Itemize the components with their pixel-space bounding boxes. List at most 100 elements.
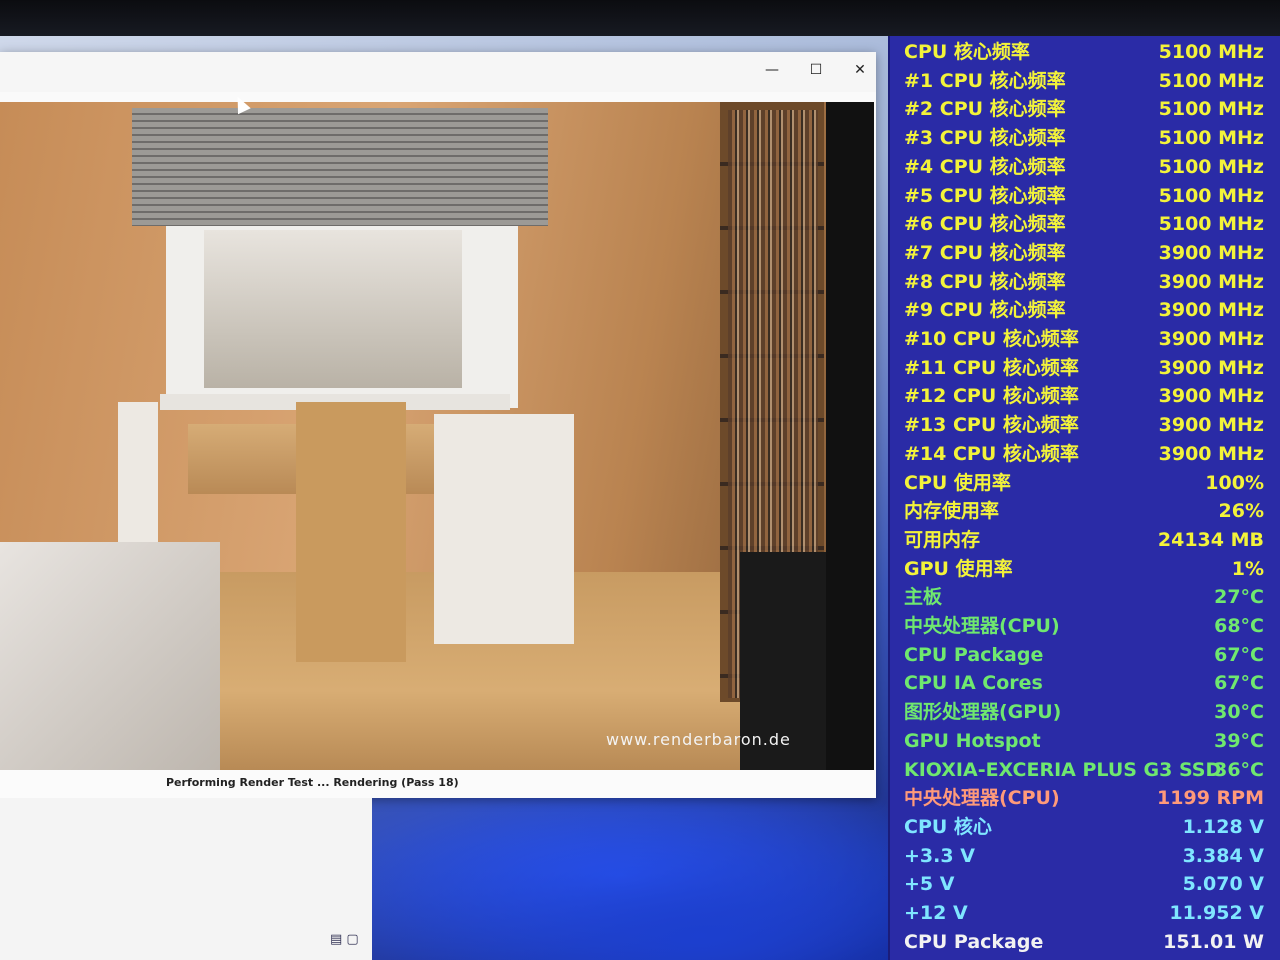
- monitor-label: CPU 使用率: [904, 471, 1011, 494]
- monitor-value: 3900 MHz: [1158, 241, 1264, 264]
- monitor-row: #6 CPU 核心频率 5100 MHz: [890, 210, 1270, 238]
- monitor-row: 内存使用率 26%: [890, 497, 1270, 525]
- view-toggle-icon[interactable]: ▤ ▢: [330, 932, 359, 947]
- scene-blinds: [132, 108, 548, 226]
- monitor-value: 68°C: [1214, 615, 1264, 637]
- monitor-row: +12 V 11.952 V: [890, 899, 1270, 927]
- scene-chair-right: [434, 414, 574, 644]
- monitor-label: #1 CPU 核心频率: [904, 69, 1066, 92]
- monitor-row: 主板 27°C: [890, 583, 1270, 611]
- scene-sofa: [0, 542, 220, 770]
- minimize-button[interactable]: —: [752, 56, 792, 84]
- monitor-row: +3.3 V 3.384 V: [890, 842, 1270, 870]
- monitor-label: CPU IA Cores: [904, 672, 1043, 695]
- monitor-label: 内存使用率: [904, 500, 1000, 523]
- monitor-value: 3900 MHz: [1158, 414, 1264, 437]
- monitor-row: #8 CPU 核心频率 3900 MHz: [890, 268, 1270, 296]
- monitor-row: #12 CPU 核心频率 3900 MHz: [890, 382, 1270, 410]
- monitor-value: 100%: [1205, 471, 1264, 494]
- monitor-label: #14 CPU 核心频率: [904, 442, 1079, 465]
- monitor-value: 5100 MHz: [1158, 41, 1264, 63]
- monitor-value: 67°C: [1214, 643, 1264, 666]
- monitor-label: +12 V: [904, 902, 968, 924]
- monitor-value: 151.01 W: [1163, 930, 1264, 953]
- status-bar: Performing Render Test ... Rendering (Pa…: [0, 770, 876, 798]
- monitor-value: 3900 MHz: [1158, 356, 1264, 379]
- monitor-label: GPU 使用率: [904, 557, 1013, 580]
- monitor-label: CPU 核心: [904, 815, 992, 838]
- monitor-row: KIOXIA-EXCERIA PLUS G3 SSD 36°C: [890, 756, 1270, 784]
- progress-panel: [826, 102, 874, 770]
- monitor-label: #11 CPU 核心频率: [904, 356, 1079, 379]
- monitor-value: 5100 MHz: [1158, 127, 1264, 150]
- monitor-row: #4 CPU 核心频率 5100 MHz: [890, 153, 1270, 181]
- monitor-value: 26%: [1218, 500, 1264, 523]
- render-window[interactable]: — ☐ ✕ www.renderbaron.de Performing Rend…: [0, 52, 876, 798]
- monitor-row: 可用内存 24134 MB: [890, 526, 1270, 554]
- monitor-row: #2 CPU 核心频率 5100 MHz: [890, 95, 1270, 123]
- monitor-row: CPU 核心频率 5100 MHz: [890, 38, 1270, 66]
- monitor-row: GPU Hotspot 39°C: [890, 727, 1270, 755]
- monitor-label: #13 CPU 核心频率: [904, 414, 1079, 437]
- monitor-value: 3900 MHz: [1158, 270, 1264, 293]
- title-bar[interactable]: — ☐ ✕: [0, 52, 876, 92]
- monitor-label: KIOXIA-EXCERIA PLUS G3 SSD: [904, 758, 1222, 781]
- monitor-row: #11 CPU 核心频率 3900 MHz: [890, 354, 1270, 382]
- monitor-label: #12 CPU 核心频率: [904, 385, 1079, 408]
- monitor-value: 5100 MHz: [1158, 213, 1264, 236]
- monitor-row: #9 CPU 核心频率 3900 MHz: [890, 296, 1270, 324]
- scene-window-glass: [204, 230, 462, 388]
- monitor-row: CPU IA Cores 67°C: [890, 669, 1270, 697]
- monitor-row: 图形处理器(GPU) 30°C: [890, 698, 1270, 726]
- monitor-label: +3.3 V: [904, 844, 975, 867]
- monitor-label: #5 CPU 核心频率: [904, 184, 1066, 207]
- monitor-value: 5100 MHz: [1158, 155, 1264, 178]
- monitor-value: 3900 MHz: [1158, 299, 1264, 322]
- close-button[interactable]: ✕: [840, 56, 880, 84]
- monitor-row: #7 CPU 核心频率 3900 MHz: [890, 239, 1270, 267]
- monitor-label: #4 CPU 核心频率: [904, 155, 1066, 178]
- background-window: [0, 798, 372, 960]
- monitor-value: 5100 MHz: [1158, 184, 1264, 207]
- monitor-label: GPU Hotspot: [904, 729, 1041, 752]
- monitor-value: 3900 MHz: [1158, 442, 1264, 465]
- monitor-row: #14 CPU 核心频率 3900 MHz: [890, 440, 1270, 468]
- hardware-monitor-overlay: CPU 核心频率 5100 MHz #1 CPU 核心频率 5100 MHz #2 CP…: [888, 36, 1280, 960]
- scene-chair-center: [296, 402, 406, 662]
- monitor-value: 24134 MB: [1157, 528, 1264, 551]
- monitor-row: #1 CPU 核心频率 5100 MHz: [890, 67, 1270, 95]
- monitor-label: 图形处理器(GPU): [904, 701, 1062, 724]
- render-status-text: Performing Render Test ... Rendering (Pa…: [166, 776, 459, 789]
- monitor-row: CPU Package 151.01 W: [890, 928, 1270, 956]
- monitor-label: #8 CPU 核心频率: [904, 270, 1066, 293]
- monitor-value: 3900 MHz: [1158, 385, 1264, 408]
- monitor-row: #13 CPU 核心频率 3900 MHz: [890, 411, 1270, 439]
- monitor-value: 11.952 V: [1169, 902, 1264, 924]
- monitor-label: #10 CPU 核心频率: [904, 328, 1079, 350]
- monitor-label: CPU Package: [904, 930, 1044, 953]
- monitor-label: #3 CPU 核心频率: [904, 127, 1066, 150]
- monitor-label: #6 CPU 核心频率: [904, 213, 1066, 236]
- monitor-value: 3.384 V: [1182, 844, 1264, 867]
- monitor-row: 中央处理器(CPU) 1199 RPM: [890, 784, 1270, 812]
- monitor-label: 主板: [904, 586, 943, 609]
- monitor-value: 67°C: [1214, 672, 1264, 695]
- monitor-label: +5 V: [904, 873, 955, 896]
- monitor-value: 1%: [1231, 557, 1264, 580]
- monitor-row: GPU 使用率 1%: [890, 555, 1270, 583]
- maximize-button[interactable]: ☐: [796, 56, 836, 84]
- monitor-label: #9 CPU 核心频率: [904, 299, 1066, 322]
- monitor-value: 30°C: [1214, 701, 1264, 724]
- monitor-row: CPU Package 67°C: [890, 641, 1270, 669]
- monitor-value: 1.128 V: [1182, 815, 1264, 838]
- monitor-row: CPU 使用率 100%: [890, 469, 1270, 497]
- monitor-row: #10 CPU 核心频率 3900 MHz: [890, 325, 1270, 353]
- render-watermark: www.renderbaron.de: [606, 730, 791, 749]
- monitor-value: 1199 RPM: [1157, 787, 1264, 810]
- monitor-value: 27°C: [1214, 586, 1264, 609]
- monitor-label: 中央处理器(CPU): [904, 787, 1060, 810]
- monitor-label: #2 CPU 核心频率: [904, 98, 1066, 121]
- monitor-value: 3900 MHz: [1158, 328, 1264, 350]
- monitor-row: #3 CPU 核心频率 5100 MHz: [890, 124, 1270, 152]
- monitor-label: CPU 核心频率: [904, 41, 1030, 63]
